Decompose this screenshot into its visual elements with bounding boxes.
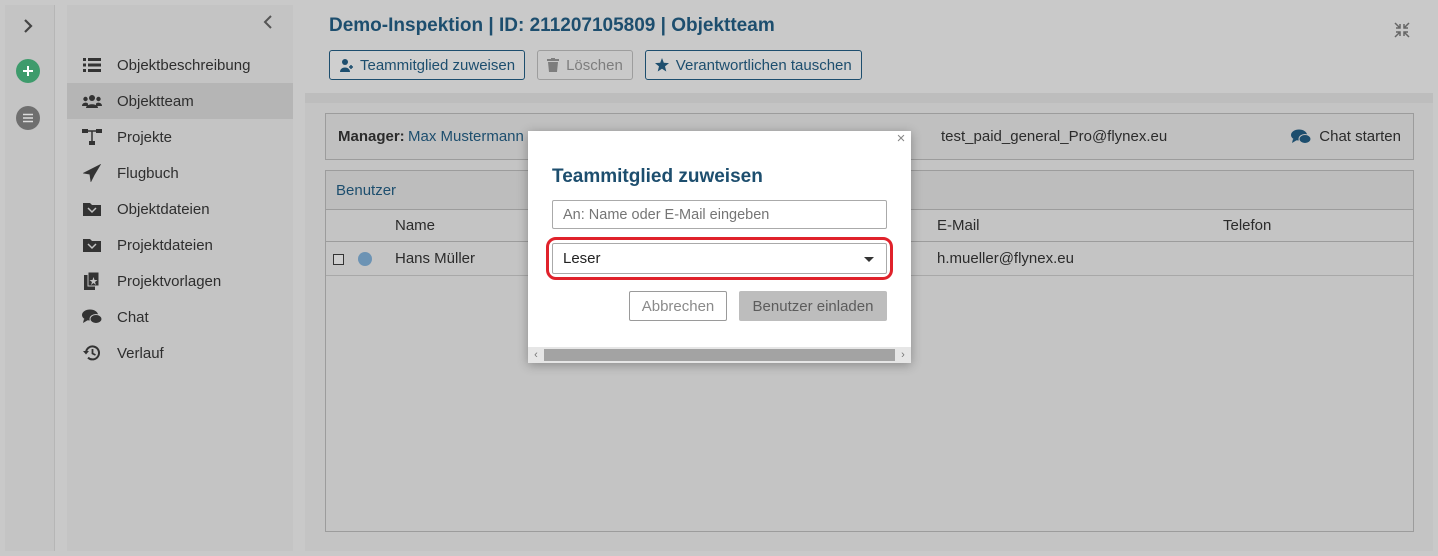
column-name[interactable]: Name (395, 210, 435, 241)
assign-member-button[interactable]: Teammitglied zuweisen (329, 50, 526, 80)
assign-member-label: Teammitglied zuweisen (360, 56, 516, 74)
sidebar-item-projektvorlagen[interactable]: Projektvorlagen (67, 263, 293, 299)
delete-button[interactable]: Löschen (537, 50, 633, 80)
swap-responsible-button[interactable]: Verantwortlichen tauschen (644, 50, 862, 80)
status-dot (358, 252, 372, 266)
cancel-button[interactable]: Abbrechen (629, 291, 727, 321)
sidebar-nav: Objektbeschreibung Objektteam Projekte F… (67, 47, 293, 371)
sidebar-item-flugbuch[interactable]: Flugbuch (67, 155, 293, 191)
sidebar-item-label: Objektbeschreibung (117, 56, 251, 74)
sidebar: Objektbeschreibung Objektteam Projekte F… (67, 5, 293, 551)
highlight-outline: Leser (546, 237, 893, 280)
sidebar-item-label: Objektdateien (117, 200, 210, 218)
delete-label: Löschen (566, 56, 623, 74)
scrollbar-thumb[interactable] (544, 349, 895, 361)
add-icon[interactable] (15, 58, 41, 84)
role-select-value: Leser (563, 250, 601, 267)
page-header: Demo-Inspektion | ID: 211207105809 | Obj… (305, 5, 1433, 93)
scroll-left-icon[interactable]: ‹ (531, 350, 541, 361)
scroll-right-icon[interactable]: › (898, 350, 908, 361)
sidebar-item-label: Projekte (117, 128, 173, 146)
sidebar-item-label: Projektvorlagen (117, 272, 222, 290)
add-user-icon (339, 58, 353, 72)
row-email: h.mueller@flynex.eu (937, 250, 1074, 267)
role-select[interactable]: Leser (552, 243, 887, 274)
row-name: Hans Müller (395, 250, 476, 267)
team-icon (81, 91, 103, 111)
horizontal-scrollbar[interactable]: ‹ › (528, 347, 911, 363)
page-title: Demo-Inspektion | ID: 211207105809 | Obj… (329, 15, 775, 36)
collapse-sidebar-icon[interactable] (257, 11, 279, 33)
sidebar-item-projektdateien[interactable]: Projektdateien (67, 227, 293, 263)
sidebar-item-chat[interactable]: Chat (67, 299, 293, 335)
trash-icon (547, 58, 560, 72)
sidebar-item-label: Flugbuch (117, 164, 179, 182)
left-rail (5, 5, 55, 551)
sidebar-item-verlauf[interactable]: Verlauf (67, 335, 293, 371)
dialog-title: Teammitglied zuweisen (552, 166, 763, 187)
column-email[interactable]: E-Mail (937, 210, 980, 241)
manager-name-link[interactable]: Max Mustermann (408, 128, 524, 145)
star-icon (654, 58, 669, 72)
start-chat-button[interactable]: Chat starten (1291, 128, 1401, 145)
chat-icon (81, 307, 103, 327)
template-icon (81, 271, 103, 291)
toolbar: Teammitglied zuweisen Löschen Verantwort… (329, 50, 862, 80)
sidebar-item-label: Chat (117, 308, 149, 326)
folder-icon (81, 199, 103, 219)
column-phone[interactable]: Telefon (1223, 210, 1271, 241)
sidebar-item-objektdateien[interactable]: Objektdateien (67, 191, 293, 227)
list-menu-icon[interactable] (15, 105, 41, 131)
close-icon[interactable]: × (894, 131, 908, 146)
folder-icon (81, 235, 103, 255)
row-checkbox[interactable] (333, 254, 344, 265)
header-divider (305, 93, 1433, 103)
hierarchy-icon (81, 127, 103, 147)
start-chat-label: Chat starten (1319, 128, 1401, 145)
manager-email: test_paid_general_Pro@flynex.eu (941, 128, 1168, 145)
sidebar-item-objektteam[interactable]: Objektteam (67, 83, 293, 119)
swap-responsible-label: Verantwortlichen tauschen (675, 56, 852, 74)
recipient-input[interactable] (552, 200, 887, 229)
chevron-down-icon (864, 257, 874, 262)
list-icon (81, 55, 103, 75)
plane-icon (81, 163, 103, 183)
sidebar-item-objektbeschreibung[interactable]: Objektbeschreibung (67, 47, 293, 83)
sidebar-item-label: Verlauf (117, 344, 164, 362)
chat-icon (1291, 129, 1312, 145)
invite-user-button[interactable]: Benutzer einladen (739, 291, 887, 321)
manager-label: Manager: (338, 128, 405, 145)
history-icon (81, 343, 103, 363)
sidebar-item-projekte[interactable]: Projekte (67, 119, 293, 155)
sidebar-item-label: Objektteam (117, 92, 194, 110)
expand-icon[interactable] (15, 13, 41, 39)
assign-member-dialog: × Teammitglied zuweisen Leser Abbrechen … (528, 131, 911, 363)
minimize-icon[interactable] (1393, 21, 1413, 41)
sidebar-item-label: Projektdateien (117, 236, 213, 254)
